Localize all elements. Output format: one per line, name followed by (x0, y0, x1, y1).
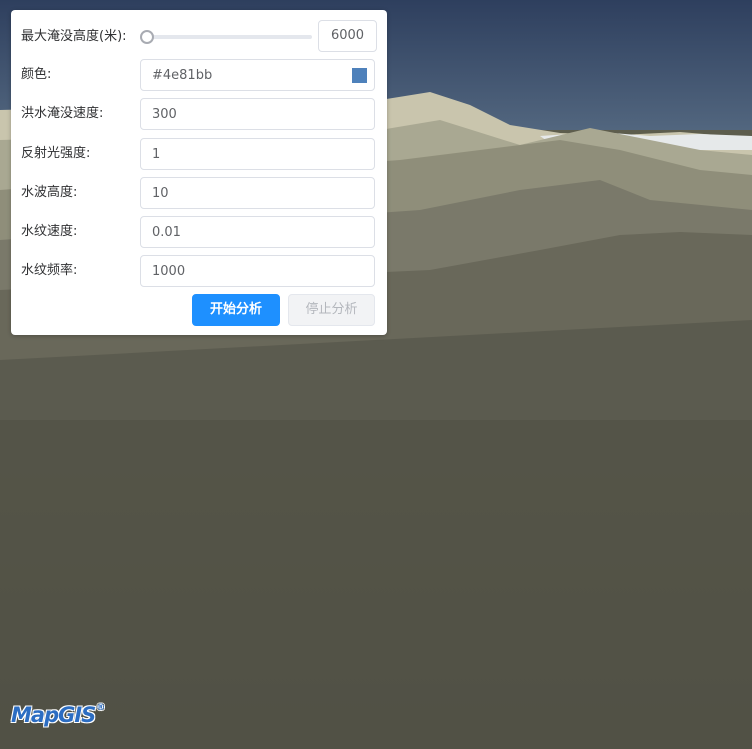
max-height-row: 最大淹没高度(米): 6000 (11, 20, 387, 53)
ripple-freq-field[interactable] (140, 255, 375, 287)
start-analysis-button[interactable]: 开始分析 (192, 294, 280, 326)
mapgis-logo: MapGIS® (11, 703, 105, 735)
reflect-intensity-field[interactable] (140, 138, 375, 170)
stop-analysis-button[interactable]: 停止分析 (288, 294, 375, 326)
wave-height-label: 水波高度: (21, 185, 78, 200)
color-row: 颜色: (11, 59, 387, 91)
registered-mark: ® (96, 703, 105, 713)
reflect-intensity-input[interactable] (141, 139, 352, 169)
logo-text: MapGIS (11, 703, 96, 727)
max-height-input[interactable]: 6000 (318, 20, 377, 52)
ripple-freq-input[interactable] (141, 256, 352, 286)
wave-height-field[interactable] (140, 177, 375, 209)
color-label: 颜色: (21, 67, 52, 82)
ripple-speed-field[interactable] (140, 216, 375, 248)
max-height-slider-track[interactable] (146, 35, 312, 39)
ripple-freq-label: 水纹频率: (21, 263, 78, 278)
flood-speed-label: 洪水淹没速度: (21, 106, 104, 121)
ripple-freq-row: 水纹频率: (11, 255, 387, 287)
wave-height-row: 水波高度: (11, 177, 387, 209)
color-input[interactable] (141, 60, 352, 90)
max-height-label: 最大淹没高度(米): (21, 29, 127, 44)
flood-speed-field[interactable] (140, 98, 375, 130)
flood-speed-row: 洪水淹没速度: (11, 98, 387, 130)
wave-height-input[interactable] (141, 178, 352, 208)
ripple-speed-row: 水纹速度: (11, 216, 387, 248)
flood-analysis-panel: 最大淹没高度(米): 6000 颜色: 洪水淹没速度: 反射光强度: 水波高度:… (11, 10, 387, 335)
reflect-intensity-row: 反射光强度: (11, 138, 387, 170)
reflect-intensity-label: 反射光强度: (21, 146, 91, 161)
color-swatch[interactable] (352, 68, 367, 83)
color-field[interactable] (140, 59, 375, 91)
ripple-speed-input[interactable] (141, 217, 352, 247)
max-height-slider-thumb[interactable] (140, 30, 154, 44)
ripple-speed-label: 水纹速度: (21, 224, 78, 239)
flood-speed-input[interactable] (141, 99, 352, 129)
